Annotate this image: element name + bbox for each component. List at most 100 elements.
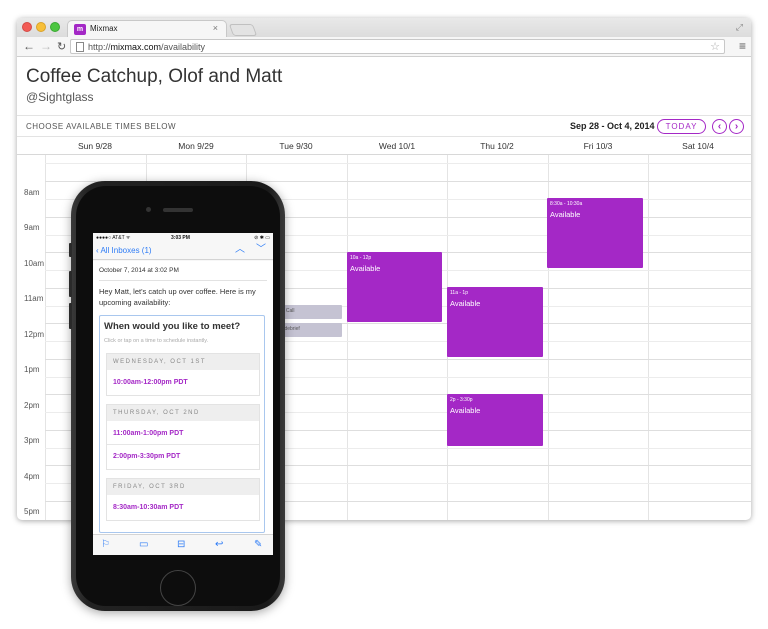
chevron-up-icon[interactable]: ︿ <box>235 245 245 255</box>
bookmark-star-icon[interactable]: ☆ <box>710 40 720 53</box>
page-subtitle: @Sightglass <box>26 90 94 104</box>
reply-icon[interactable]: ↩ <box>215 539 223 551</box>
flag-icon[interactable]: ⚐ <box>101 539 110 551</box>
date-range: Sep 28 - Oct 4, 2014 <box>570 121 655 131</box>
calendar-header: CHOOSE AVAILABLE TIMES BELOW Sep 28 - Oc… <box>17 115 751 137</box>
day-header: Mon 9/29 <box>178 141 214 151</box>
status-time: 3:03 PM <box>171 235 190 241</box>
slot-divider <box>107 444 259 445</box>
day-group-header: THURSDAY, OCT 2ND <box>107 405 259 421</box>
available-slot-wed[interactable]: 10a - 12p Available <box>347 252 442 322</box>
volume-down-button <box>69 303 72 329</box>
time-slot-link[interactable]: 10:00am-12:00pm PDT <box>113 379 188 386</box>
availability-widget: When would you like to meet? Click or ta… <box>99 315 265 533</box>
event-time: 2p - 3:30p <box>450 397 473 403</box>
day-header: Thu 10/2 <box>480 141 514 151</box>
minimize-window-button[interactable] <box>36 22 46 32</box>
available-slot-thu-afternoon[interactable]: 2p - 3:30p Available <box>447 394 543 446</box>
meet-hint: Click or tap on a time to schedule insta… <box>104 338 209 344</box>
event-time: 10a - 12p <box>350 255 372 261</box>
mail-nav-bar: ‹ All Inboxes (1) ︿ ﹀ <box>93 243 273 260</box>
time-label: 9am <box>24 223 40 232</box>
grid-row-line <box>45 163 751 164</box>
mail-toolbar: ⚐ ▭ ⊟ ↩ ✎ <box>93 534 273 555</box>
tab-close-icon[interactable]: × <box>213 23 218 33</box>
status-bar: ●●●●○ AT&T ᯤ 3:03 PM ⊘ ✱ ▭ <box>93 233 273 243</box>
day-header: Tue 9/30 <box>279 141 313 151</box>
address-bar[interactable]: http://mixmax.com/availability ☆ <box>70 39 725 54</box>
all-inboxes-back-button[interactable]: ‹ All Inboxes (1) <box>96 246 152 255</box>
time-label: 8am <box>24 188 40 197</box>
earpiece-speaker <box>163 208 193 212</box>
today-button[interactable]: TODAY <box>657 119 706 134</box>
day-header: Sat 10/4 <box>682 141 714 151</box>
back-arrow-icon[interactable]: ← <box>23 39 35 53</box>
time-label: 12pm <box>24 330 45 339</box>
url-text: http://mixmax.com/availability <box>88 42 206 52</box>
time-label: 1pm <box>24 365 40 374</box>
new-tab-button[interactable] <box>228 24 258 36</box>
reload-icon[interactable]: ↻ <box>57 40 66 54</box>
time-slot-link[interactable]: 8:30am-10:30am PDT <box>113 504 183 511</box>
browser-toolbar: ← → ↻ http://mixmax.com/availability ☆ ≡ <box>17 37 751 57</box>
time-label: 2pm <box>24 401 40 410</box>
day-header: Sun 9/28 <box>77 141 113 151</box>
tab-bar: m Mixmax × ⤢ <box>17 18 751 37</box>
page-title: Coffee Catchup, Olof and Matt <box>26 66 283 87</box>
day-header: Wed 10/1 <box>378 141 416 151</box>
email-text: Hey Matt, let's catch up over coffee. He… <box>99 287 256 307</box>
event-title: Available <box>350 264 381 273</box>
busy-event[interactable]: s Call <box>279 305 342 319</box>
event-time: 11a - 1p <box>450 290 468 296</box>
menu-icon[interactable]: ≡ <box>739 39 746 53</box>
mute-switch <box>69 243 72 257</box>
day-group-header: FRIDAY, OCT 3RD <box>107 479 259 495</box>
forward-arrow-icon[interactable]: → <box>40 39 52 53</box>
tab-mixmax[interactable]: m Mixmax × <box>67 20 227 37</box>
day-group-header: WEDNESDAY, OCT 1ST <box>107 354 259 370</box>
folder-icon[interactable]: ▭ <box>139 539 148 551</box>
event-title: Available <box>550 210 581 219</box>
time-label: 5pm <box>24 507 40 516</box>
front-camera <box>146 207 151 212</box>
previous-week-button[interactable]: ‹ <box>712 119 727 134</box>
available-slot-fri[interactable]: 8:30a - 10:30a Available <box>547 198 643 268</box>
day-group-thursday: THURSDAY, OCT 2ND 11:00am-1:00pm PDT 2:0… <box>106 404 260 470</box>
close-window-button[interactable] <box>22 22 32 32</box>
battery-icon: ⊘ ✱ ▭ <box>254 235 270 241</box>
time-label: 11am <box>24 294 44 303</box>
compose-icon[interactable]: ✎ <box>254 539 262 551</box>
time-slot-link[interactable]: 2:00pm-3:30pm PDT <box>113 453 180 460</box>
meet-title: When would you like to meet? <box>104 321 241 332</box>
email-body: October 7, 2014 at 3:02 PM Hey Matt, let… <box>93 261 273 534</box>
time-label: 10am <box>24 259 45 268</box>
event-title: Available <box>450 299 481 308</box>
home-button[interactable] <box>160 570 196 606</box>
available-slot-thu-morning[interactable]: 11a - 1p Available <box>447 287 543 357</box>
fullscreen-icon[interactable]: ⤢ <box>736 22 743 33</box>
carrier-signal: ●●●●○ AT&T ᯤ <box>96 235 131 241</box>
time-label: 3pm <box>24 436 40 445</box>
time-slot-link[interactable]: 11:00am-1:00pm PDT <box>113 430 183 437</box>
zoom-window-button[interactable] <box>50 22 60 32</box>
day-header-row: Sun 9/28 Mon 9/29 Tue 9/30 Wed 10/1 Thu … <box>17 137 751 155</box>
phone-front: ●●●●○ AT&T ᯤ 3:03 PM ⊘ ✱ ▭ ‹ All Inboxes… <box>76 186 280 606</box>
volume-up-button <box>69 271 72 297</box>
iphone-device: ●●●●○ AT&T ᯤ 3:03 PM ⊘ ✱ ▭ ‹ All Inboxes… <box>69 181 285 611</box>
next-week-button[interactable]: › <box>729 119 744 134</box>
archive-icon[interactable]: ⊟ <box>177 539 185 551</box>
event-time: 8:30a - 10:30a <box>550 201 583 207</box>
email-date: October 7, 2014 at 3:02 PM <box>99 267 179 274</box>
divider <box>99 280 267 281</box>
day-header: Fri 10/3 <box>583 141 613 151</box>
calendar-instruction: CHOOSE AVAILABLE TIMES BELOW <box>26 122 177 131</box>
day-group-friday: FRIDAY, OCT 3RD 8:30am-10:30am PDT <box>106 478 260 521</box>
event-title: Available <box>450 406 481 415</box>
page-icon <box>76 42 84 52</box>
chevron-down-icon[interactable]: ﹀ <box>256 245 266 255</box>
tab-title: Mixmax <box>90 24 118 33</box>
phone-screen: ●●●●○ AT&T ᯤ 3:03 PM ⊘ ✱ ▭ ‹ All Inboxes… <box>93 233 273 555</box>
day-group-wednesday: WEDNESDAY, OCT 1ST 10:00am-12:00pm PDT <box>106 353 260 396</box>
mixmax-logo-icon: m <box>74 24 86 35</box>
busy-event[interactable]: l debrief <box>279 323 342 337</box>
